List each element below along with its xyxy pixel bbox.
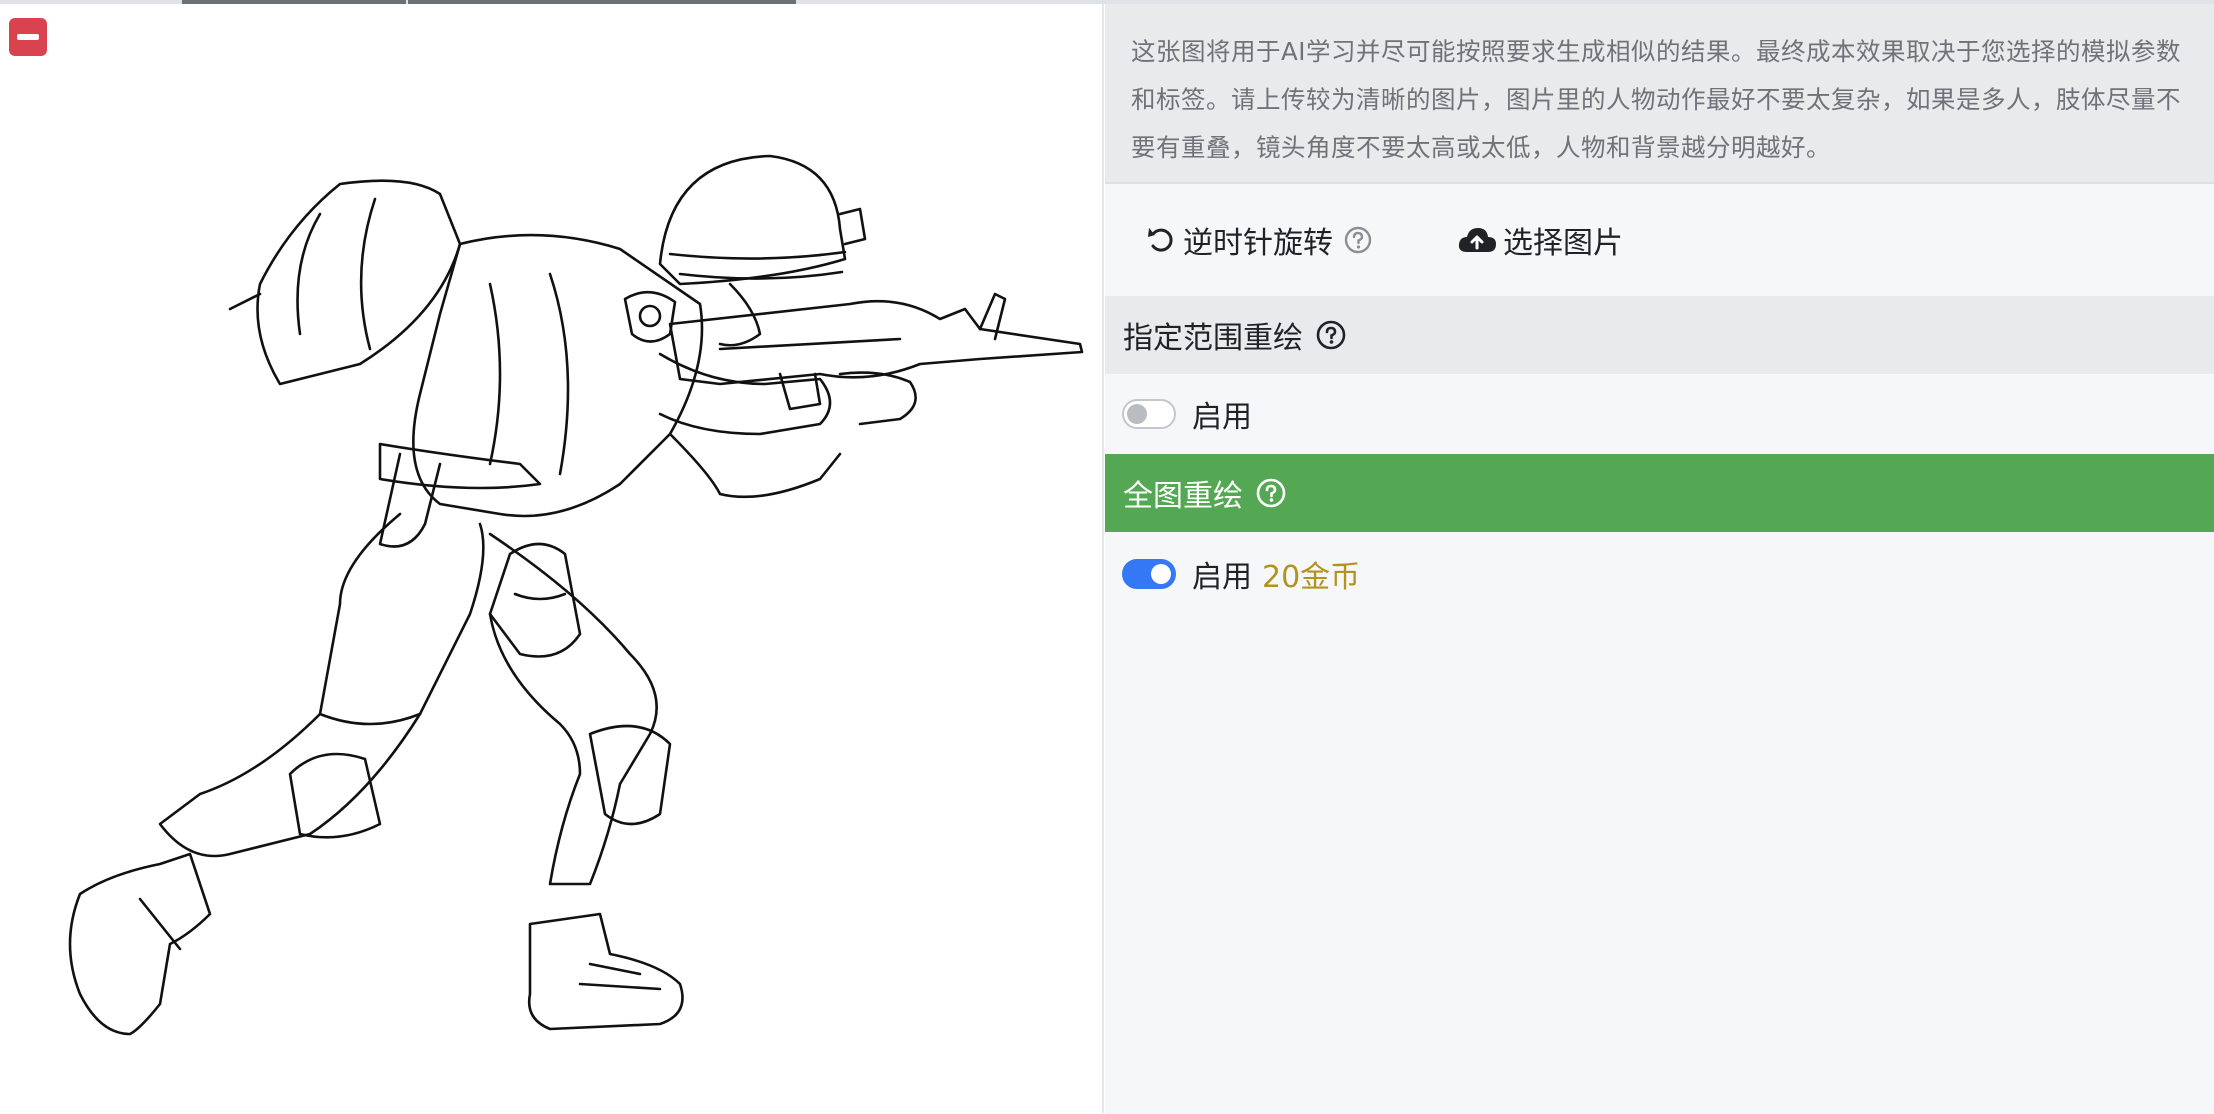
rotate-ccw-icon: [1148, 228, 1173, 252]
soldier-sketch-image: [68, 154, 1084, 1036]
upload-notice: 这张图将用于AI学习并尽可能按照要求生成相似的结果。最终成本效果取决于您选择的模…: [1105, 4, 2214, 184]
toggle-knob: [1127, 404, 1147, 424]
notice-text: 这张图将用于AI学习并尽可能按照要求生成相似的结果。最终成本效果取决于您选择的模…: [1131, 37, 2181, 162]
full-redraw-title: 全图重绘: [1123, 479, 1243, 514]
toggle-knob: [1151, 564, 1171, 584]
region-redraw-header: 指定范围重绘: [1105, 296, 2214, 374]
full-redraw-header: 全图重绘: [1105, 454, 2214, 532]
select-image-label: 选择图片: [1503, 226, 1623, 261]
remove-image-button[interactable]: [9, 18, 47, 56]
question-circle-icon[interactable]: [1255, 477, 1287, 509]
full-redraw-toggle[interactable]: [1122, 559, 1176, 589]
region-redraw-title: 指定范围重绘: [1123, 321, 1303, 356]
full-redraw-cost: 20金币: [1262, 560, 1361, 595]
region-redraw-row: 启用: [1105, 374, 2214, 454]
question-circle-icon[interactable]: [1315, 319, 1347, 351]
rotate-label: 逆时针旋转: [1183, 226, 1333, 261]
full-redraw-enable-label: 启用: [1192, 560, 1252, 595]
settings-panel: 这张图将用于AI学习并尽可能按照要求生成相似的结果。最终成本效果取决于您选择的模…: [1105, 4, 2214, 1114]
minus-square-icon: [17, 34, 39, 40]
full-redraw-row: 启用 20金币: [1105, 534, 2214, 614]
region-redraw-toggle[interactable]: [1122, 399, 1176, 429]
rotate-ccw-button[interactable]: 逆时针旋转: [1145, 218, 1373, 262]
image-preview-panel: [0, 4, 1104, 1113]
select-image-button[interactable]: 选择图片: [1457, 218, 1623, 262]
region-redraw-enable-label: 启用: [1192, 400, 1252, 435]
image-toolbar: 逆时针旋转 选择图片: [1105, 184, 2214, 296]
cloud-upload-icon: [1458, 228, 1496, 252]
question-circle-icon[interactable]: [1343, 225, 1373, 255]
